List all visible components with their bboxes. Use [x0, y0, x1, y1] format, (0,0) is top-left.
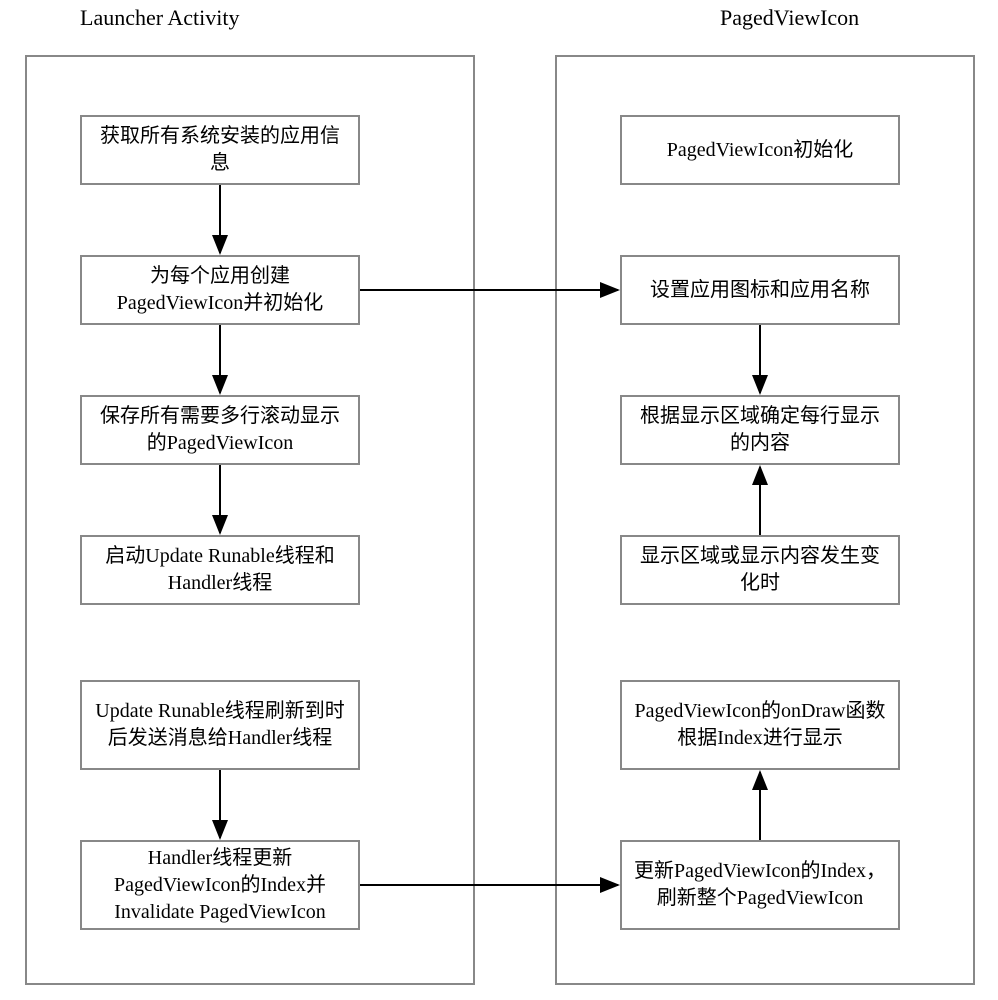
right-node-5: PagedViewIcon的onDraw函数根据Index进行显示 — [620, 680, 900, 770]
left-node-6: Handler线程更新PagedViewIcon的Index并Invalidat… — [80, 840, 360, 930]
left-node-5: Update Runable线程刷新到时后发送消息给Handler线程 — [80, 680, 360, 770]
right-node-1: PagedViewIcon初始化 — [620, 115, 900, 185]
node-text: 设置应用图标和应用名称 — [650, 277, 870, 304]
right-node-6: 更新PagedViewIcon的Index，刷新整个PagedViewIcon — [620, 840, 900, 930]
left-node-2: 为每个应用创建PagedViewIcon并初始化 — [80, 255, 360, 325]
left-node-1: 获取所有系统安装的应用信息 — [80, 115, 360, 185]
right-node-3: 根据显示区域确定每行显示的内容 — [620, 395, 900, 465]
node-text: Handler线程更新PagedViewIcon的Index并Invalidat… — [92, 845, 348, 926]
right-node-2: 设置应用图标和应用名称 — [620, 255, 900, 325]
node-text: 显示区域或显示内容发生变化时 — [632, 543, 888, 597]
node-text: 保存所有需要多行滚动显示的PagedViewIcon — [92, 403, 348, 457]
right-column-title: PagedViewIcon — [720, 5, 859, 31]
left-column-title: Launcher Activity — [80, 5, 239, 31]
node-text: 启动Update Runable线程和Handler线程 — [92, 543, 348, 597]
node-text: PagedViewIcon的onDraw函数根据Index进行显示 — [632, 698, 888, 752]
flowchart-diagram: Launcher Activity PagedViewIcon 获取所有系统安装… — [0, 0, 998, 1000]
node-text: 为每个应用创建PagedViewIcon并初始化 — [92, 263, 348, 317]
node-text: 根据显示区域确定每行显示的内容 — [632, 403, 888, 457]
node-text: Update Runable线程刷新到时后发送消息给Handler线程 — [92, 698, 348, 752]
node-text: PagedViewIcon初始化 — [667, 137, 854, 164]
node-text: 更新PagedViewIcon的Index，刷新整个PagedViewIcon — [632, 858, 888, 912]
left-node-4: 启动Update Runable线程和Handler线程 — [80, 535, 360, 605]
left-node-3: 保存所有需要多行滚动显示的PagedViewIcon — [80, 395, 360, 465]
node-text: 获取所有系统安装的应用信息 — [92, 123, 348, 177]
right-node-4: 显示区域或显示内容发生变化时 — [620, 535, 900, 605]
